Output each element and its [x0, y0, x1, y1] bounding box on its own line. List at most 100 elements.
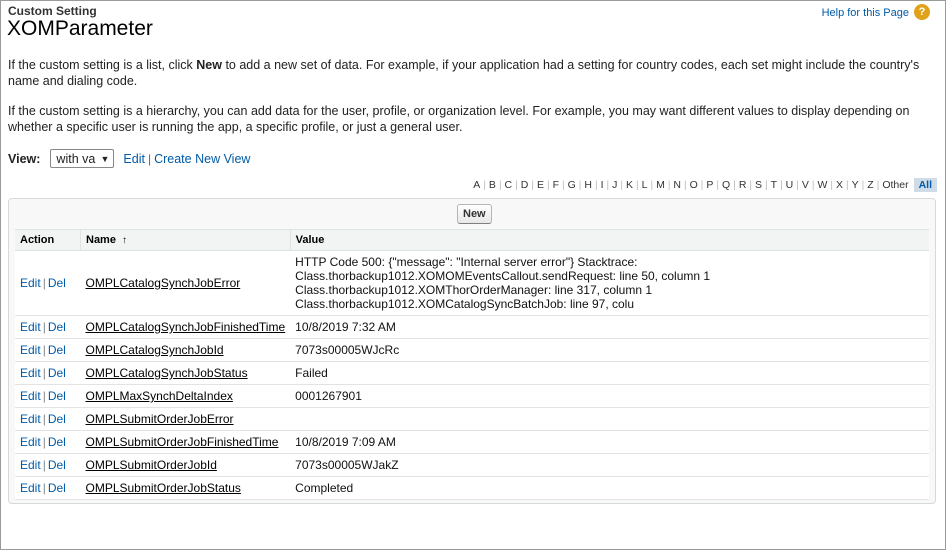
alphabet-filter-h[interactable]: H	[581, 179, 595, 191]
row-actions: Edit | Del	[15, 384, 81, 408]
edit-view-link[interactable]: Edit	[123, 152, 145, 166]
alphabet-filter-q[interactable]: Q	[719, 179, 733, 191]
delete-link[interactable]: Del	[48, 458, 66, 472]
action-divider: |	[42, 481, 46, 495]
row-name-cell: OMPLSubmitOrderJobFinishedTime	[80, 430, 291, 454]
table-row: Edit | Del OMPLCatalogSynchJobFinishedTime 1…	[15, 315, 929, 339]
delete-link[interactable]: Del	[48, 389, 66, 403]
edit-link[interactable]: Edit	[20, 435, 41, 449]
setting-name-link[interactable]: OMPLMaxSynchDeltaIndex	[86, 389, 233, 403]
delete-link[interactable]: Del	[48, 481, 66, 495]
alphabet-filter: A | B | C | D | E | F | G | H | I | J | K | L | M | N | O | P | Q | R | S | T |…	[470, 178, 937, 192]
alphabet-filter-other[interactable]: Other	[879, 179, 911, 191]
alphabet-filter-w[interactable]: W	[815, 179, 831, 191]
setting-name-link[interactable]: OMPLSubmitOrderJobFinishedTime	[86, 435, 279, 449]
row-value-cell: 0001267901	[290, 384, 929, 408]
intro-paragraph-list: If the custom setting is a list, click N…	[8, 57, 933, 89]
intro-new-emphasis: New	[196, 58, 222, 72]
new-button[interactable]: New	[457, 204, 492, 224]
sort-ascending-icon: ↑	[122, 235, 128, 246]
edit-link[interactable]: Edit	[20, 412, 41, 426]
alphabet-filter-u[interactable]: U	[783, 179, 797, 191]
setting-name-link[interactable]: OMPLCatalogSynchJobError	[86, 276, 241, 290]
table-row: Edit | Del OMPLCatalogSynchJobId 7073s00005W…	[15, 338, 929, 362]
alphabet-filter-f[interactable]: F	[550, 179, 562, 191]
edit-link[interactable]: Edit	[20, 458, 41, 472]
edit-link[interactable]: Edit	[20, 366, 41, 380]
view-label: View:	[8, 151, 41, 166]
edit-link[interactable]: Edit	[20, 481, 41, 495]
alphabet-filter-i[interactable]: I	[598, 179, 607, 191]
alphabet-filter-r[interactable]: R	[736, 179, 750, 191]
row-value-cell: 7073s00005WJcRc	[290, 338, 929, 362]
alphabet-filter-a[interactable]: A	[470, 179, 483, 191]
setting-name-link[interactable]: OMPLSubmitOrderJobStatus	[86, 481, 241, 495]
action-divider: |	[42, 412, 46, 426]
dropdown-arrow-icon: ▼	[100, 153, 110, 164]
alphabet-filter-g[interactable]: G	[565, 179, 579, 191]
alphabet-filter-z[interactable]: Z	[864, 179, 876, 191]
alphabet-filter-e[interactable]: E	[534, 179, 547, 191]
alphabet-filter-d[interactable]: D	[518, 179, 532, 191]
alphabet-filter-n[interactable]: N	[670, 179, 684, 191]
alphabet-filter-v[interactable]: V	[799, 179, 812, 191]
row-value-cell: Failed	[290, 361, 929, 385]
action-divider: |	[42, 366, 46, 380]
column-header-action: Action	[15, 229, 81, 251]
row-value-cell: 10/8/2019 7:09 AM	[290, 430, 929, 454]
alphabet-filter-k[interactable]: K	[623, 179, 636, 191]
row-name-cell: OMPLSubmitOrderJobStatus	[80, 476, 291, 500]
page-subtitle: Custom Setting	[8, 4, 97, 18]
setting-name-link[interactable]: OMPLSubmitOrderJobError	[86, 412, 234, 426]
delete-link[interactable]: Del	[48, 366, 66, 380]
table-row: Edit | Del OMPLSubmitOrderJobFinishedTime 10…	[15, 430, 929, 454]
edit-link[interactable]: Edit	[20, 276, 41, 290]
intro-text: If the custom setting is a list, click	[8, 58, 197, 72]
action-divider: |	[42, 343, 46, 357]
alphabet-filter-y[interactable]: Y	[849, 179, 862, 191]
row-actions: Edit | Del	[15, 453, 81, 477]
column-header-name[interactable]: Name ↑	[80, 229, 291, 251]
delete-link[interactable]: Del	[48, 320, 66, 334]
alphabet-filter-l[interactable]: L	[639, 179, 651, 191]
setting-name-link[interactable]: OMPLCatalogSynchJobStatus	[86, 366, 248, 380]
action-divider: |	[42, 276, 46, 290]
alphabet-filter-p[interactable]: P	[703, 179, 716, 191]
edit-link[interactable]: Edit	[20, 320, 41, 334]
view-select[interactable]: with va ▼	[50, 149, 115, 168]
help-link-group[interactable]: Help for this Page ?	[822, 4, 930, 20]
delete-link[interactable]: Del	[48, 343, 66, 357]
setting-name-link[interactable]: OMPLCatalogSynchJobId	[86, 343, 224, 357]
help-for-this-page-link[interactable]: Help for this Page	[822, 7, 909, 19]
alphabet-filter-x[interactable]: X	[833, 179, 846, 191]
delete-link[interactable]: Del	[48, 412, 66, 426]
table-row: Edit | Del OMPLMaxSynchDeltaIndex 0001267901	[15, 384, 929, 408]
row-name-cell: OMPLCatalogSynchJobError	[80, 250, 291, 316]
alphabet-filter-m[interactable]: M	[653, 179, 668, 191]
action-divider: |	[42, 320, 46, 334]
alphabet-filter-b[interactable]: B	[486, 179, 499, 191]
setting-name-link[interactable]: OMPLSubmitOrderJobId	[86, 458, 217, 472]
divider: |	[147, 151, 152, 166]
alphabet-filter-j[interactable]: J	[609, 179, 620, 191]
table-row: Edit | Del OMPLCatalogSynchJobStatus Failed	[15, 361, 929, 385]
table-row: Edit | Del OMPLSubmitOrderJobId 7073s00005WJ…	[15, 453, 929, 477]
alphabet-filter-c[interactable]: C	[502, 179, 516, 191]
alphabet-filter-t[interactable]: T	[768, 179, 780, 191]
delete-link[interactable]: Del	[48, 276, 66, 290]
row-name-cell: OMPLSubmitOrderJobId	[80, 453, 291, 477]
records-table: Action Name ↑ Value Edit | Del OMPLCatalogS…	[15, 229, 929, 500]
row-name-cell: OMPLCatalogSynchJobId	[80, 338, 291, 362]
action-divider: |	[42, 458, 46, 472]
alphabet-filter-s[interactable]: S	[752, 179, 765, 191]
create-new-view-link[interactable]: Create New View	[154, 152, 250, 166]
setting-name-link[interactable]: OMPLCatalogSynchJobFinishedTime	[86, 320, 286, 334]
alphabet-filter-o[interactable]: O	[687, 179, 701, 191]
alphabet-filter-all[interactable]: All	[913, 178, 937, 192]
edit-link[interactable]: Edit	[20, 343, 41, 357]
help-icon[interactable]: ?	[914, 4, 930, 20]
delete-link[interactable]: Del	[48, 435, 66, 449]
edit-link[interactable]: Edit	[20, 389, 41, 403]
table-row: Edit | Del OMPLCatalogSynchJobError HTTP Cod…	[15, 250, 929, 316]
row-actions: Edit | Del	[15, 338, 81, 362]
